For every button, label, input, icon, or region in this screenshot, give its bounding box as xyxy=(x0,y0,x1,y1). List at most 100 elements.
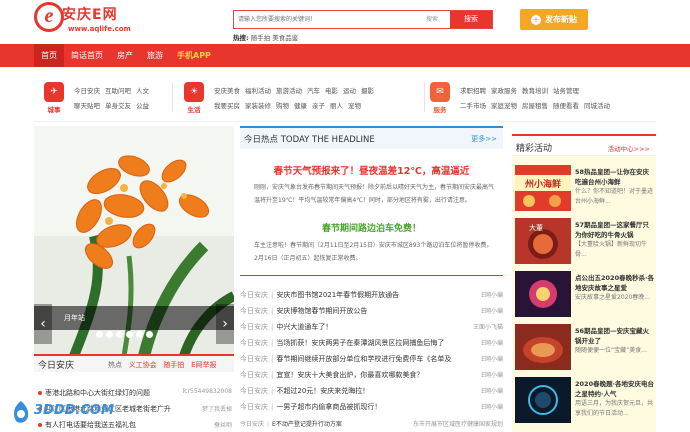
activity-card[interactable]: 州小海鲜 58热品皇团—让你在安庆吃遍台州小海鲜 什么？你不知道吧！对于墨迹台州… xyxy=(515,165,655,212)
activity-desc: 用语三月，为我庆贺元旦，共享我们的节日活动... xyxy=(575,400,654,417)
search-input[interactable] xyxy=(234,11,414,28)
activity-card[interactable]: 点公出五2020春晚秒杀·各地安庆故事之星爱 安庆故事之星爱2020春晚... xyxy=(515,271,655,318)
list-item[interactable]: 枣港北路和中心大街红绿灯的问题 lcr55449832008 xyxy=(38,388,234,398)
category-link[interactable]: 我要买房 xyxy=(214,99,240,114)
slider-dot[interactable] xyxy=(136,331,143,338)
category-link[interactable]: 随便看看 xyxy=(553,99,579,114)
news-item[interactable]: 今日安庆 | 安庆市图书馆2021年春节假期开放通告 E网小编 xyxy=(240,290,503,300)
slider-dot[interactable] xyxy=(126,331,133,338)
search-type[interactable]: 搜索 xyxy=(414,11,450,28)
divider: | xyxy=(271,387,274,395)
category-link[interactable]: 同城活动 xyxy=(584,99,610,114)
headline-more-link[interactable]: 更多>> xyxy=(471,134,497,144)
story-title[interactable]: 春节天气预报来了！昼夜温差12℃，高温逼近 xyxy=(240,163,503,177)
search-button[interactable]: 搜索 xyxy=(450,11,492,28)
activity-desc: 【大董哈火锅】新鲜现切牛骨... xyxy=(575,241,648,258)
activity-card[interactable]: 56期品皇团—安庆宝藏火锅开业了 随随便便一位“宝藏”美食... xyxy=(515,324,655,371)
category-link[interactable]: 电影 xyxy=(325,84,338,99)
slider-dot[interactable] xyxy=(96,331,103,338)
hot-label: 热搜: xyxy=(233,34,249,42)
category-link[interactable]: 丽人 xyxy=(330,99,343,114)
category-link[interactable]: 福利活动 xyxy=(245,84,271,99)
hot-item[interactable]: 随手拍 xyxy=(251,34,271,42)
activity-card[interactable]: 大董 57期品皇团—这家餐厅只为你好吃的牛骨火锅 【大董哈火锅】新鲜现切牛骨..… xyxy=(515,218,655,265)
news-item[interactable]: 今日安庆 | 安庆博物馆春节期间开放公告 E网小编 xyxy=(240,306,503,316)
news-item[interactable]: 今日安庆 | 宜宣！安庆十大美食出炉，你最喜欢哪款美食？ E网小编 xyxy=(240,370,503,380)
category-link[interactable]: 今日安庆 xyxy=(74,84,100,99)
activity-thumb xyxy=(515,377,571,423)
category-link[interactable]: 运动 xyxy=(343,84,356,99)
today-tab[interactable]: 随手拍 xyxy=(163,361,184,369)
news-item[interactable]: 今日安庆 | E不动产登记提升行动方案 东市开展市区域医疗健康国家规划 xyxy=(240,419,503,428)
category-link[interactable]: 求职招聘 xyxy=(460,84,486,99)
nav-item-travel[interactable]: 旅游 xyxy=(140,44,170,67)
nav-item-app[interactable]: 手机APP xyxy=(170,44,218,67)
activity-thumb xyxy=(515,271,571,317)
news-author: E网小编 xyxy=(481,308,503,315)
category-link[interactable]: 汽车 xyxy=(307,84,320,99)
city-icon[interactable]: ✈ xyxy=(44,82,64,102)
today-tab[interactable]: E网举报 xyxy=(191,361,216,369)
slider-dot[interactable] xyxy=(116,331,123,338)
news-item[interactable]: 今日安庆 | 不超过20元！安庆来兑晦拉！ E网小编 xyxy=(240,386,503,396)
news-source: 今日安庆 xyxy=(240,291,268,299)
slider-next-arrow[interactable]: › xyxy=(216,304,234,344)
category-link[interactable]: 安庆美食 xyxy=(214,84,240,99)
life-icon[interactable]: ☀ xyxy=(184,82,204,102)
nav-item-jianhua[interactable]: 简话首页 xyxy=(64,44,110,67)
category-link[interactable]: 教育培训 xyxy=(522,84,548,99)
category-link[interactable]: 人文 xyxy=(136,84,149,99)
divider: | xyxy=(271,403,274,411)
category-link[interactable]: 健康 xyxy=(294,99,307,114)
publish-button[interactable]: + 发布新贴 xyxy=(520,9,588,30)
activity-card[interactable]: 2020春晚题·各地安庆电台之星特约·人气 用语三月，为我庆贺元旦，共享我们的节… xyxy=(515,377,655,424)
news-item[interactable]: 今日安庆 | 中兴大道通车了！ 王面小飞猫 xyxy=(240,322,503,332)
slider-dot[interactable] xyxy=(146,331,153,338)
headline-bar: 今日热点 TODAY THE HEADLINE 更多>> xyxy=(240,126,503,149)
slider-dot[interactable] xyxy=(106,331,113,338)
news-title: 不超过20元！安庆来兑晦拉！ xyxy=(276,387,370,395)
list-item-author: lcr55449832008 xyxy=(182,388,232,395)
nav-item-home[interactable]: 首页 xyxy=(34,44,64,67)
list-item-author: 梦了我丢掉 xyxy=(201,406,232,413)
slider-caption: 月年站 xyxy=(64,314,85,322)
category-link[interactable]: 摄影 xyxy=(361,84,374,99)
story-title[interactable]: 春节期间路边泊车免费！ xyxy=(240,221,503,234)
activity-center-link[interactable]: 活动中心>>> xyxy=(608,143,650,153)
category-link[interactable]: 旅游活动 xyxy=(276,84,302,99)
category-link[interactable]: 家庭宠物 xyxy=(491,99,517,114)
news-author: 王面小飞猫 xyxy=(472,324,503,331)
news-item[interactable]: 今日安庆 | 当场抓获！安庆两男子在秦潭湖风景区拉网捕鱼后悔了 E网小编 xyxy=(240,338,503,348)
slider-prev-arrow[interactable]: ‹ xyxy=(34,304,52,344)
divider xyxy=(240,275,503,276)
today-tab[interactable]: 热点 xyxy=(108,361,122,369)
nav-item-house[interactable]: 房产 xyxy=(110,44,140,67)
category-link[interactable]: 宠物 xyxy=(348,99,361,114)
category-link[interactable]: 二手市场 xyxy=(460,99,486,114)
category-link[interactable]: 站务管理 xyxy=(553,84,579,99)
activity-desc: 什么？你不知道吧！对于墨迹台州小海鲜... xyxy=(575,188,654,205)
site-logo[interactable]: e 安庆E网 www.aqlife.com xyxy=(34,2,134,38)
news-source: 今日安庆 xyxy=(240,403,268,411)
category-link[interactable]: 房屋租售 xyxy=(522,99,548,114)
category-link[interactable]: 互助问吧 xyxy=(105,84,131,99)
divider: | xyxy=(267,421,270,428)
image-slider[interactable]: 月年站 ‹ › xyxy=(34,126,234,356)
category-link[interactable]: 公益 xyxy=(136,99,149,114)
featured-header: 精彩活动 活动中心>>> xyxy=(512,134,656,156)
category-link[interactable]: 聊天贴吧 xyxy=(74,99,100,114)
news-item[interactable]: 今日安庆 | 一男子超市内偷拿商品被抓现行！ E网小编 xyxy=(240,402,503,412)
main-nav: 首页 简话首页 房产 旅游 手机APP xyxy=(0,44,690,67)
news-title: 中兴大道通车了！ xyxy=(276,323,333,331)
service-icon[interactable]: ✉ xyxy=(430,82,450,102)
category-link[interactable]: 家装装修 xyxy=(245,99,271,114)
divider xyxy=(172,82,173,112)
today-tab[interactable]: 义工协会 xyxy=(129,361,157,369)
category-links: 安庆美食 福利活动 旅游活动 汽车 电影 运动 摄影 我要买房 家装装修 购物 健康 亲子 丽人 宠物 xyxy=(214,84,424,114)
category-link[interactable]: 购物 xyxy=(276,99,289,114)
category-link[interactable]: 单身交友 xyxy=(105,99,131,114)
category-link[interactable]: 亲子 xyxy=(312,99,325,114)
category-link[interactable]: 家政服务 xyxy=(491,84,517,99)
news-item[interactable]: 今日安庆 | 春节期间继续开放部分单位和学校进行免费停车《名单及 E网小编 xyxy=(240,354,503,364)
hot-item[interactable]: 美食品鉴 xyxy=(272,34,298,42)
